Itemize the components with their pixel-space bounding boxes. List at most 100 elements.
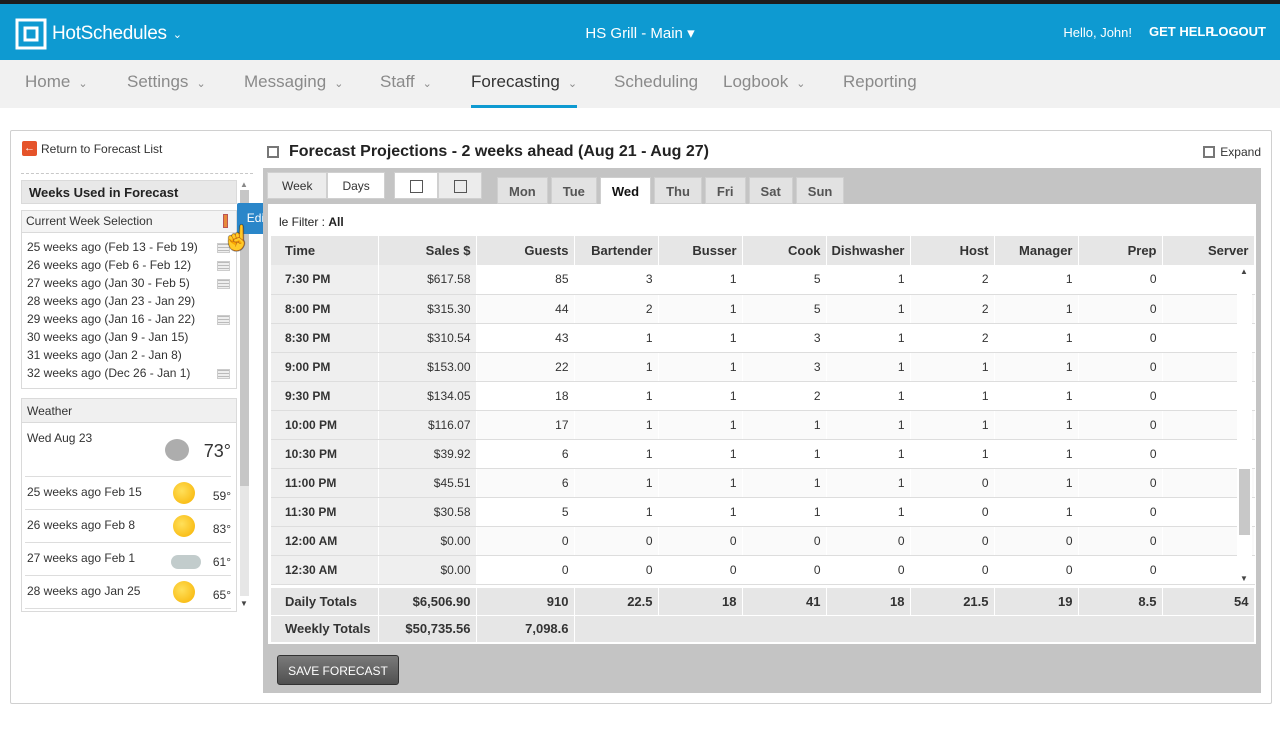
tab-thu[interactable]: Thu [654,177,702,204]
bar-chart-view-button[interactable] [394,172,438,199]
value-cell[interactable]: 1 [658,497,743,527]
nav-item-settings[interactable]: Settings ⌄ [127,60,206,108]
value-cell[interactable]: 1 [994,352,1079,382]
view-toggle-week[interactable]: Week [267,172,328,199]
value-cell[interactable]: 0 [574,526,659,556]
value-cell[interactable]: 0 [1078,294,1163,324]
value-cell[interactable]: 1 [826,381,911,411]
value-cell[interactable]: 1 [910,439,995,469]
value-cell[interactable]: $45.51 [378,468,477,498]
logout-link[interactable]: LOGOUT [1210,24,1266,39]
value-cell[interactable]: 0 [826,526,911,556]
value-cell[interactable]: 0 [1078,439,1163,469]
value-cell[interactable]: 0 [658,555,743,585]
value-cell[interactable]: 0 [1078,323,1163,353]
value-cell[interactable]: 17 [476,410,575,440]
value-cell[interactable]: 1 [994,381,1079,411]
get-help-link[interactable]: GET HELP [1149,24,1214,39]
value-cell[interactable]: $0.00 [378,526,477,556]
value-cell[interactable]: 1 [826,439,911,469]
nav-item-logbook[interactable]: Logbook ⌄ [723,60,805,108]
value-cell[interactable]: 2 [742,381,827,411]
value-cell[interactable]: 22 [476,352,575,382]
tab-fri[interactable]: Fri [704,177,746,204]
value-cell[interactable]: 1 [658,468,743,498]
role-filter[interactable]: le Filter : All [279,215,344,229]
value-cell[interactable]: $134.05 [378,381,477,411]
value-cell[interactable]: 1 [574,410,659,440]
value-cell[interactable]: $617.58 [378,265,477,295]
value-cell[interactable]: 1 [574,323,659,353]
nav-item-home[interactable]: Home ⌄ [25,60,88,108]
value-cell[interactable]: 2 [910,294,995,324]
value-cell[interactable]: 1 [574,439,659,469]
value-cell[interactable]: 0 [1078,526,1163,556]
nav-item-forecasting[interactable]: Forecasting ⌄ [471,60,578,108]
value-cell[interactable]: 0 [476,526,575,556]
value-cell[interactable]: 1 [658,381,743,411]
value-cell[interactable]: 1 [574,468,659,498]
value-cell[interactable]: 3 [742,323,827,353]
value-cell[interactable]: 0 [1078,410,1163,440]
scroll-up-icon[interactable]: ▲ [240,180,248,189]
table-scrollbar[interactable]: ▲ ▼ [1237,265,1252,583]
document-icon[interactable] [217,369,230,379]
value-cell[interactable]: 5 [742,294,827,324]
value-cell[interactable]: 1 [826,323,911,353]
value-cell[interactable]: $39.92 [378,439,477,469]
brand-menu[interactable]: HotSchedules ⌄ [15,18,182,50]
expand-button[interactable]: Expand [1203,145,1261,159]
value-cell[interactable]: $315.30 [378,294,477,324]
value-cell[interactable]: 1 [658,410,743,440]
value-cell[interactable]: 1 [658,294,743,324]
document-icon[interactable] [217,261,230,271]
value-cell[interactable]: 0 [910,468,995,498]
value-cell[interactable]: 1 [910,410,995,440]
value-cell[interactable]: $0.00 [378,555,477,585]
value-cell[interactable]: 0 [1078,555,1163,585]
document-icon[interactable] [217,279,230,289]
value-cell[interactable]: 1 [826,410,911,440]
tab-tue[interactable]: Tue [550,177,597,204]
value-cell[interactable]: 5 [476,497,575,527]
value-cell[interactable]: 0 [994,555,1079,585]
scroll-down-icon[interactable]: ▼ [240,599,248,608]
value-cell[interactable]: 1 [826,497,911,527]
value-cell[interactable]: 1 [574,352,659,382]
save-forecast-button[interactable]: SAVE FORECAST [277,655,399,685]
scroll-up-icon[interactable]: ▲ [1240,267,1248,276]
scrollbar-thumb[interactable] [1239,469,1250,535]
value-cell[interactable]: 1 [994,265,1079,295]
value-cell[interactable]: 44 [476,294,575,324]
value-cell[interactable]: 1 [910,352,995,382]
value-cell[interactable]: 1 [994,294,1079,324]
document-icon[interactable] [217,315,230,325]
value-cell[interactable]: 1 [994,323,1079,353]
value-cell[interactable]: 1 [994,497,1079,527]
value-cell[interactable]: 0 [476,555,575,585]
value-cell[interactable]: 1 [658,352,743,382]
value-cell[interactable]: 0 [826,555,911,585]
value-cell[interactable]: 0 [742,526,827,556]
value-cell[interactable]: 0 [1078,381,1163,411]
value-cell[interactable]: $310.54 [378,323,477,353]
value-cell[interactable]: 43 [476,323,575,353]
value-cell[interactable]: 1 [658,323,743,353]
value-cell[interactable]: 0 [1078,497,1163,527]
value-cell[interactable]: 1 [826,352,911,382]
value-cell[interactable]: 0 [574,555,659,585]
value-cell[interactable]: 0 [1078,265,1163,295]
value-cell[interactable]: 1 [742,439,827,469]
value-cell[interactable]: 1 [826,265,911,295]
value-cell[interactable]: 3 [742,352,827,382]
value-cell[interactable]: 0 [742,555,827,585]
value-cell[interactable]: 1 [742,410,827,440]
value-cell[interactable]: 1 [994,468,1079,498]
value-cell[interactable]: 1 [574,381,659,411]
value-cell[interactable]: 1 [826,468,911,498]
value-cell[interactable]: 6 [476,468,575,498]
value-cell[interactable]: 1 [658,265,743,295]
value-cell[interactable]: 1 [994,410,1079,440]
value-cell[interactable]: 2 [910,265,995,295]
value-cell[interactable]: 0 [910,497,995,527]
